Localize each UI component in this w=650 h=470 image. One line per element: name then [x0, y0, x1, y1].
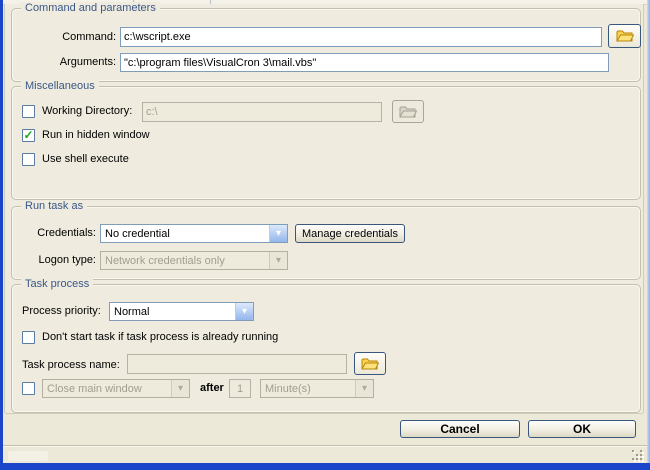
group-task-process: Task process Process priority: Normal ▾ …	[11, 278, 641, 413]
close-window-checkbox[interactable]	[22, 382, 35, 395]
group-title: Miscellaneous	[21, 80, 99, 92]
logon-type-value: Network credentials only	[105, 254, 225, 267]
process-priority-label: Process priority:	[22, 305, 101, 317]
browse-process-name-button[interactable]	[354, 352, 386, 375]
credentials-value: No credential	[105, 227, 170, 240]
working-directory-input	[142, 102, 382, 122]
time-unit-select: Minute(s) ▾	[260, 379, 374, 398]
manage-credentials-button[interactable]: Manage credentials	[295, 224, 405, 243]
group-title: Run task as	[21, 200, 88, 212]
chevron-down-icon[interactable]: ▾	[235, 303, 253, 320]
chevron-down-icon: ▾	[355, 380, 373, 397]
folder-icon	[615, 30, 634, 42]
browse-working-directory-button	[392, 100, 424, 123]
process-name-input	[127, 354, 347, 374]
group-title: Task process	[21, 278, 94, 290]
dont-start-label[interactable]: Don't start task if task process is alre…	[42, 330, 278, 344]
run-hidden-label[interactable]: Run in hidden window	[42, 128, 150, 142]
chevron-down-icon: ▾	[171, 380, 189, 397]
manage-credentials-label: Manage credentials	[301, 227, 398, 240]
arguments-input[interactable]	[120, 53, 609, 72]
tab-page-panel: Command and parameters Command: Argument…	[4, 2, 644, 414]
process-priority-select[interactable]: Normal ▾	[109, 302, 254, 321]
ok-button[interactable]: OK	[528, 420, 636, 438]
group-run-task-as: Run task as Credentials: No credential ▾…	[11, 200, 641, 280]
credentials-select[interactable]: No credential ▾	[100, 224, 288, 243]
run-hidden-checkbox[interactable]: ✓	[22, 129, 35, 142]
status-bar-panel	[8, 451, 48, 461]
cancel-label: Cancel	[440, 422, 480, 436]
resize-grip[interactable]	[632, 450, 644, 462]
folder-icon	[361, 358, 379, 369]
working-directory-checkbox[interactable]	[22, 105, 35, 118]
close-window-value: Close main window	[47, 382, 142, 395]
dont-start-checkbox[interactable]	[22, 331, 35, 344]
status-bar	[3, 445, 647, 464]
logon-type-select: Network credentials only ▾	[100, 251, 288, 270]
browse-command-button[interactable]	[608, 24, 641, 48]
use-shell-label[interactable]: Use shell execute	[42, 152, 129, 166]
logon-type-label: Logon type:	[38, 254, 97, 266]
folder-icon	[399, 106, 417, 117]
close-window-select: Close main window ▾	[42, 379, 190, 398]
time-unit-value: Minute(s)	[265, 382, 311, 395]
command-input[interactable]	[120, 27, 602, 47]
working-directory-label[interactable]: Working Directory:	[42, 104, 132, 118]
process-name-label: Task process name:	[22, 359, 120, 371]
after-value-input	[229, 379, 251, 398]
window-border-left	[0, 0, 3, 470]
arguments-label: Arguments:	[59, 56, 116, 68]
group-title: Command and parameters	[21, 2, 160, 14]
window-border-bottom	[0, 463, 650, 470]
after-label: after	[200, 382, 224, 394]
cancel-button[interactable]: Cancel	[400, 420, 520, 438]
chevron-down-icon: ▾	[269, 252, 287, 269]
check-icon: ✓	[23, 128, 34, 142]
command-label: Command:	[62, 31, 116, 43]
ok-label: OK	[573, 422, 591, 436]
chevron-down-icon[interactable]: ▾	[269, 225, 287, 242]
group-command-parameters: Command and parameters Command: Argument…	[11, 2, 641, 82]
group-miscellaneous: Miscellaneous Working Directory: ✓ Run i…	[11, 80, 641, 200]
credentials-label: Credentials:	[37, 227, 96, 239]
use-shell-checkbox[interactable]	[22, 153, 35, 166]
process-priority-value: Normal	[114, 305, 150, 318]
task-settings-dialog: Command and parameters Command: Argument…	[0, 0, 650, 470]
